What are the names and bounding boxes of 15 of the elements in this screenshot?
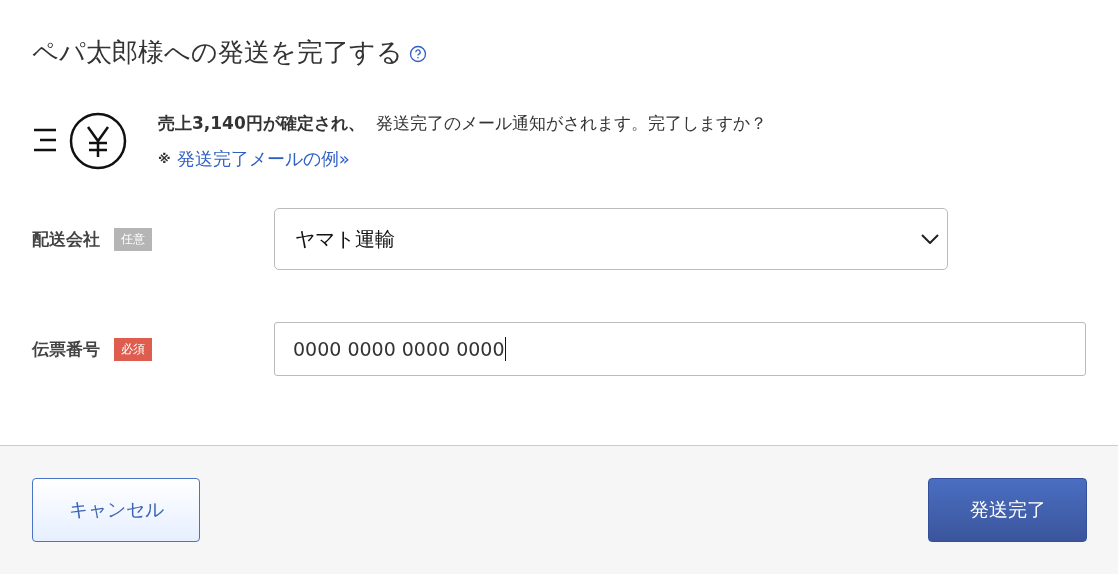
help-icon[interactable] <box>409 45 427 63</box>
example-mail-link[interactable]: 発送完了メールの例» <box>176 146 350 171</box>
tracking-number-field[interactable]: 0000 0000 0000 0000 <box>274 322 1086 376</box>
field-badge: 任意 <box>114 227 152 251</box>
note-mark: ※ <box>158 151 171 166</box>
field-label: 配送会社 <box>32 227 100 251</box>
confirmation-message: 売上3,140円が確定され、 発送完了のメール通知がされます。完了しますか？ <box>158 111 768 135</box>
field-badge: 必須 <box>114 337 152 361</box>
yen-coin-icon <box>32 110 128 172</box>
dialog-title: ペパ太郎様への発送を完了する <box>32 35 403 69</box>
cancel-button[interactable]: キャンセル <box>32 478 200 542</box>
carrier-select[interactable]: ヤマト運輸 <box>274 208 948 270</box>
field-label: 伝票番号 <box>32 337 100 361</box>
complete-shipping-button[interactable]: 発送完了 <box>928 478 1087 542</box>
chevron-down-icon <box>921 234 939 244</box>
